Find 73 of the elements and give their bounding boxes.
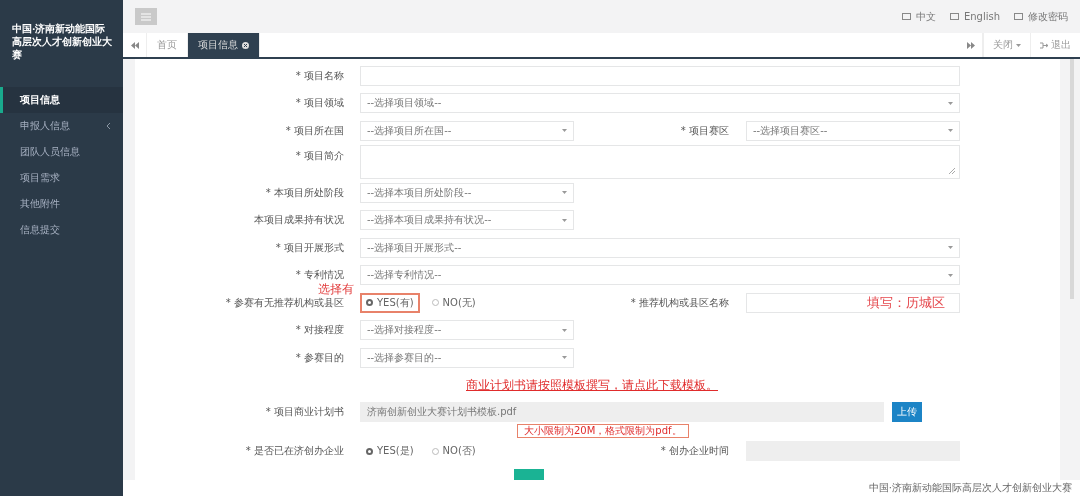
screen-icon [949, 13, 959, 20]
textarea-field[interactable] [360, 144, 960, 179]
text-input[interactable]: 填写：历城区 [746, 292, 960, 313]
double-right-icon [966, 41, 975, 49]
field-label: * 项目所在国 [284, 123, 345, 138]
resize-grip-icon [949, 167, 955, 174]
caret-icon [948, 273, 953, 277]
radio-button[interactable] [366, 447, 373, 455]
field-label: * 是否已在济创办企业 [244, 444, 345, 459]
footer-text: 中国·济南新动能国际高层次人才创新创业大赛 [868, 481, 1072, 495]
select-field[interactable]: --选择本项目成果持有状况-- [360, 210, 574, 231]
double-left-icon [130, 41, 139, 49]
select-field[interactable]: --选择专利情况-- [360, 265, 960, 286]
select-field[interactable]: --选择项目所在国-- [360, 120, 574, 141]
field-label: * 创办企业时间 [659, 444, 730, 459]
annotation: 填写：历城区 [867, 293, 945, 312]
tab[interactable]: 项目信息 [188, 33, 260, 57]
download-template-link[interactable]: 商业计划书请按照模板撰写，请点此下载模板。 [466, 376, 718, 394]
upload-button[interactable]: 上传 [892, 401, 922, 422]
field-label: * 项目领域 [294, 96, 345, 111]
field-label: 本项目成果持有状况 [253, 213, 345, 228]
menu-icon [141, 12, 151, 21]
select-field[interactable]: --选择本项目所处阶段-- [360, 182, 574, 203]
sidebar-item[interactable]: 信息提交 [0, 217, 123, 243]
chevron-icon [106, 122, 111, 130]
annotation: 选择有 [318, 280, 354, 298]
menu-button[interactable] [135, 8, 157, 25]
field-label: * 本项目所处阶段 [264, 185, 345, 200]
caret-icon [948, 246, 953, 250]
sidebar-item[interactable]: 项目信息 [0, 87, 123, 113]
header-link[interactable]: 中文 [901, 9, 936, 24]
file-field[interactable]: 济南创新创业大赛计划书模板.pdf [360, 401, 884, 422]
radio-option[interactable]: NO(无) [425, 292, 482, 313]
field-label: * 项目赛区 [679, 123, 730, 138]
field-label: * 项目简介 [294, 148, 345, 163]
caret-icon [948, 101, 953, 105]
select-field[interactable]: --选择参赛目的-- [360, 347, 574, 368]
screen-icon [1014, 13, 1023, 20]
select-field[interactable]: --选择对接程度-- [360, 320, 574, 341]
field-label: * 参赛目的 [294, 350, 345, 365]
select-field[interactable]: --选择项目开展形式-- [360, 237, 960, 258]
select-field[interactable]: --选择项目赛区-- [746, 120, 960, 141]
radio-option[interactable]: YES(有) [360, 292, 420, 313]
close-icon [242, 41, 249, 49]
caret-icon [562, 328, 567, 332]
app-title: 中国·济南新动能国际高层次人才创新创业大赛 [11, 22, 113, 62]
radio-option[interactable]: NO(否) [425, 441, 482, 462]
field-label: * 项目名称 [294, 68, 345, 83]
text-input[interactable] [360, 65, 960, 86]
exit-icon [1040, 41, 1048, 49]
caret-icon [562, 191, 567, 195]
sidebar-item[interactable]: 项目需求 [0, 165, 123, 191]
radio-button[interactable] [366, 299, 373, 307]
sidebar-item[interactable]: 团队人员信息 [0, 139, 123, 165]
caret-icon [562, 218, 567, 222]
radio-option[interactable]: YES(是) [360, 441, 420, 462]
caret-icon [1016, 43, 1021, 47]
field-label: * 专利情况 [294, 268, 345, 283]
field-label: * 项目商业计划书 [264, 404, 345, 419]
sidebar-item[interactable]: 其他附件 [0, 191, 123, 217]
select-field[interactable]: --选择项目领域-- [360, 93, 960, 114]
header-link[interactable]: 修改密码 [1014, 9, 1068, 24]
caret-icon [562, 129, 567, 133]
field-label: * 项目开展形式 [274, 240, 345, 255]
screen-icon [901, 13, 911, 20]
caret-icon [562, 356, 567, 360]
file-limit-note: 大小限制为20M，格式限制为pdf。 [517, 424, 689, 438]
field-label: * 参赛有无推荐机构或县区 [224, 295, 345, 310]
header-link[interactable]: English [949, 9, 1000, 24]
caret-icon [948, 129, 953, 133]
field-label: * 对接程度 [294, 323, 345, 338]
sidebar-item[interactable]: 申报人信息 [0, 113, 123, 139]
field-label: * 推荐机构或县区名称 [629, 295, 730, 310]
